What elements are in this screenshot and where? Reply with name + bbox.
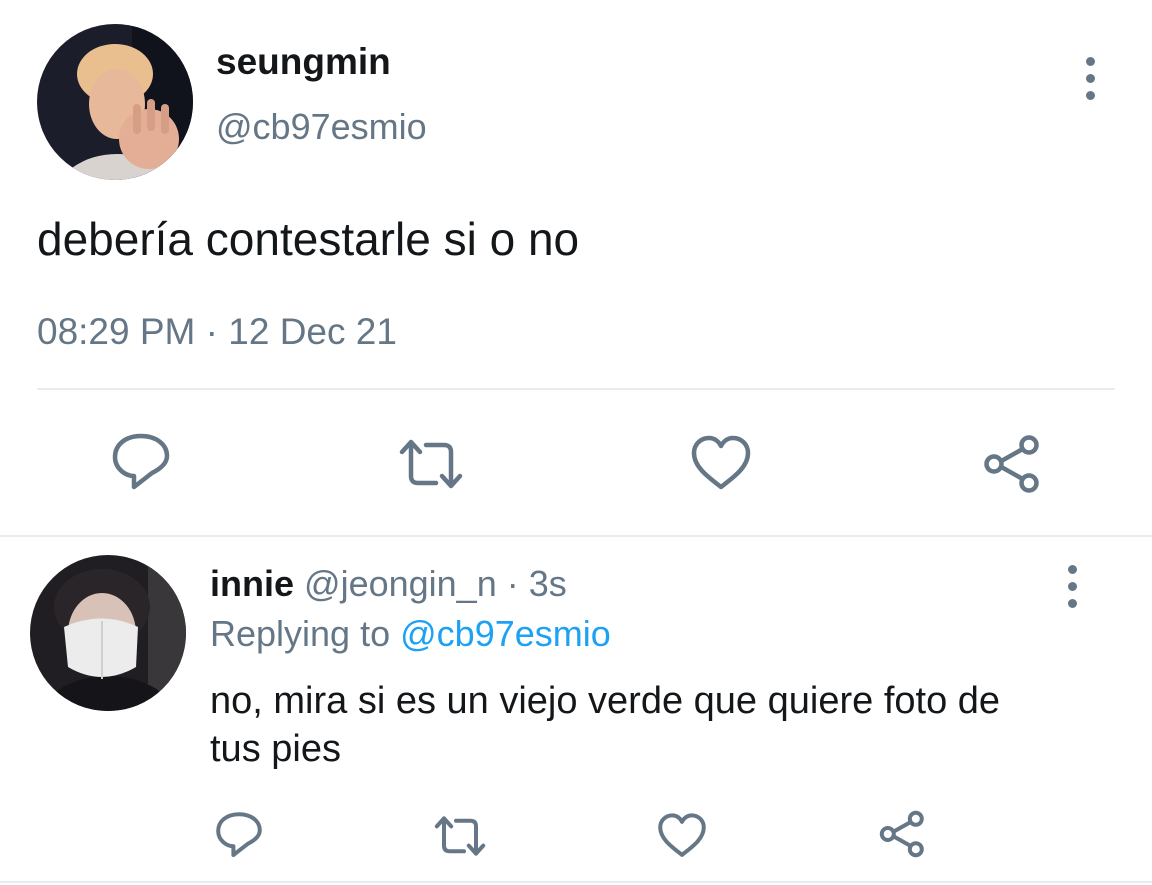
replying-to: Replying to @cb97esmio — [210, 612, 611, 656]
share-button[interactable] — [982, 434, 1044, 494]
profile-photo-icon — [30, 555, 186, 711]
reply-retweet-button[interactable] — [432, 815, 488, 857]
more-dot-icon — [1067, 565, 1077, 574]
reply-text-line-1: no, mira si es un viejo verde que quiere… — [210, 680, 1001, 722]
like-icon — [658, 813, 706, 857]
like-button[interactable] — [690, 434, 752, 492]
reply-share-button[interactable] — [878, 810, 928, 858]
tweet-text: debería contestarle si o no — [37, 213, 580, 265]
reply-handle[interactable]: @jeongin_n — [304, 563, 497, 604]
more-dot-icon — [1085, 57, 1095, 66]
tweet-more-options-button[interactable] — [1080, 57, 1100, 100]
replying-to-label: Replying to — [210, 613, 391, 654]
more-dot-icon — [1085, 91, 1095, 100]
profile-photo-icon — [37, 24, 193, 180]
more-dot-icon — [1085, 74, 1095, 83]
tweet-time: 08:29 PM — [37, 311, 196, 352]
more-dot-icon — [1067, 599, 1077, 608]
reply-text-line-2: tus pies — [210, 728, 341, 770]
reply-reply-button[interactable] — [214, 811, 264, 859]
retweet-button[interactable] — [396, 438, 466, 490]
reply-icon — [216, 812, 262, 857]
tweet-separator: · — [205, 311, 218, 352]
tweet-divider — [37, 388, 1115, 390]
more-dot-icon — [1067, 582, 1077, 591]
tweet-avatar[interactable] — [37, 24, 193, 180]
reply-more-options-button[interactable] — [1062, 565, 1082, 608]
retweet-icon — [434, 816, 486, 856]
reply-bottom-divider — [0, 881, 1152, 883]
share-icon — [879, 810, 924, 858]
retweet-icon — [399, 439, 463, 489]
replying-to-handle-link[interactable]: @cb97esmio — [400, 613, 611, 654]
tweet-bottom-divider — [0, 535, 1152, 537]
like-icon — [691, 435, 751, 490]
reply-separator: · — [506, 563, 519, 604]
reply-header: innie @jeongin_n · 3s — [210, 562, 567, 606]
reply-like-button[interactable] — [657, 812, 707, 859]
tweet-date: 12 Dec 21 — [228, 311, 397, 352]
reply-icon — [112, 433, 170, 490]
reply-age: 3s — [528, 563, 567, 604]
reply-display-name[interactable]: innie — [210, 563, 294, 604]
reply-button[interactable] — [110, 432, 172, 492]
tweet-display-name[interactable]: seungmin — [216, 40, 391, 84]
tweet-handle[interactable]: @cb97esmio — [216, 106, 427, 148]
share-icon — [984, 435, 1039, 493]
tweet-timestamp: 08:29 PM · 12 Dec 21 — [37, 310, 397, 354]
reply-avatar[interactable] — [30, 555, 186, 711]
